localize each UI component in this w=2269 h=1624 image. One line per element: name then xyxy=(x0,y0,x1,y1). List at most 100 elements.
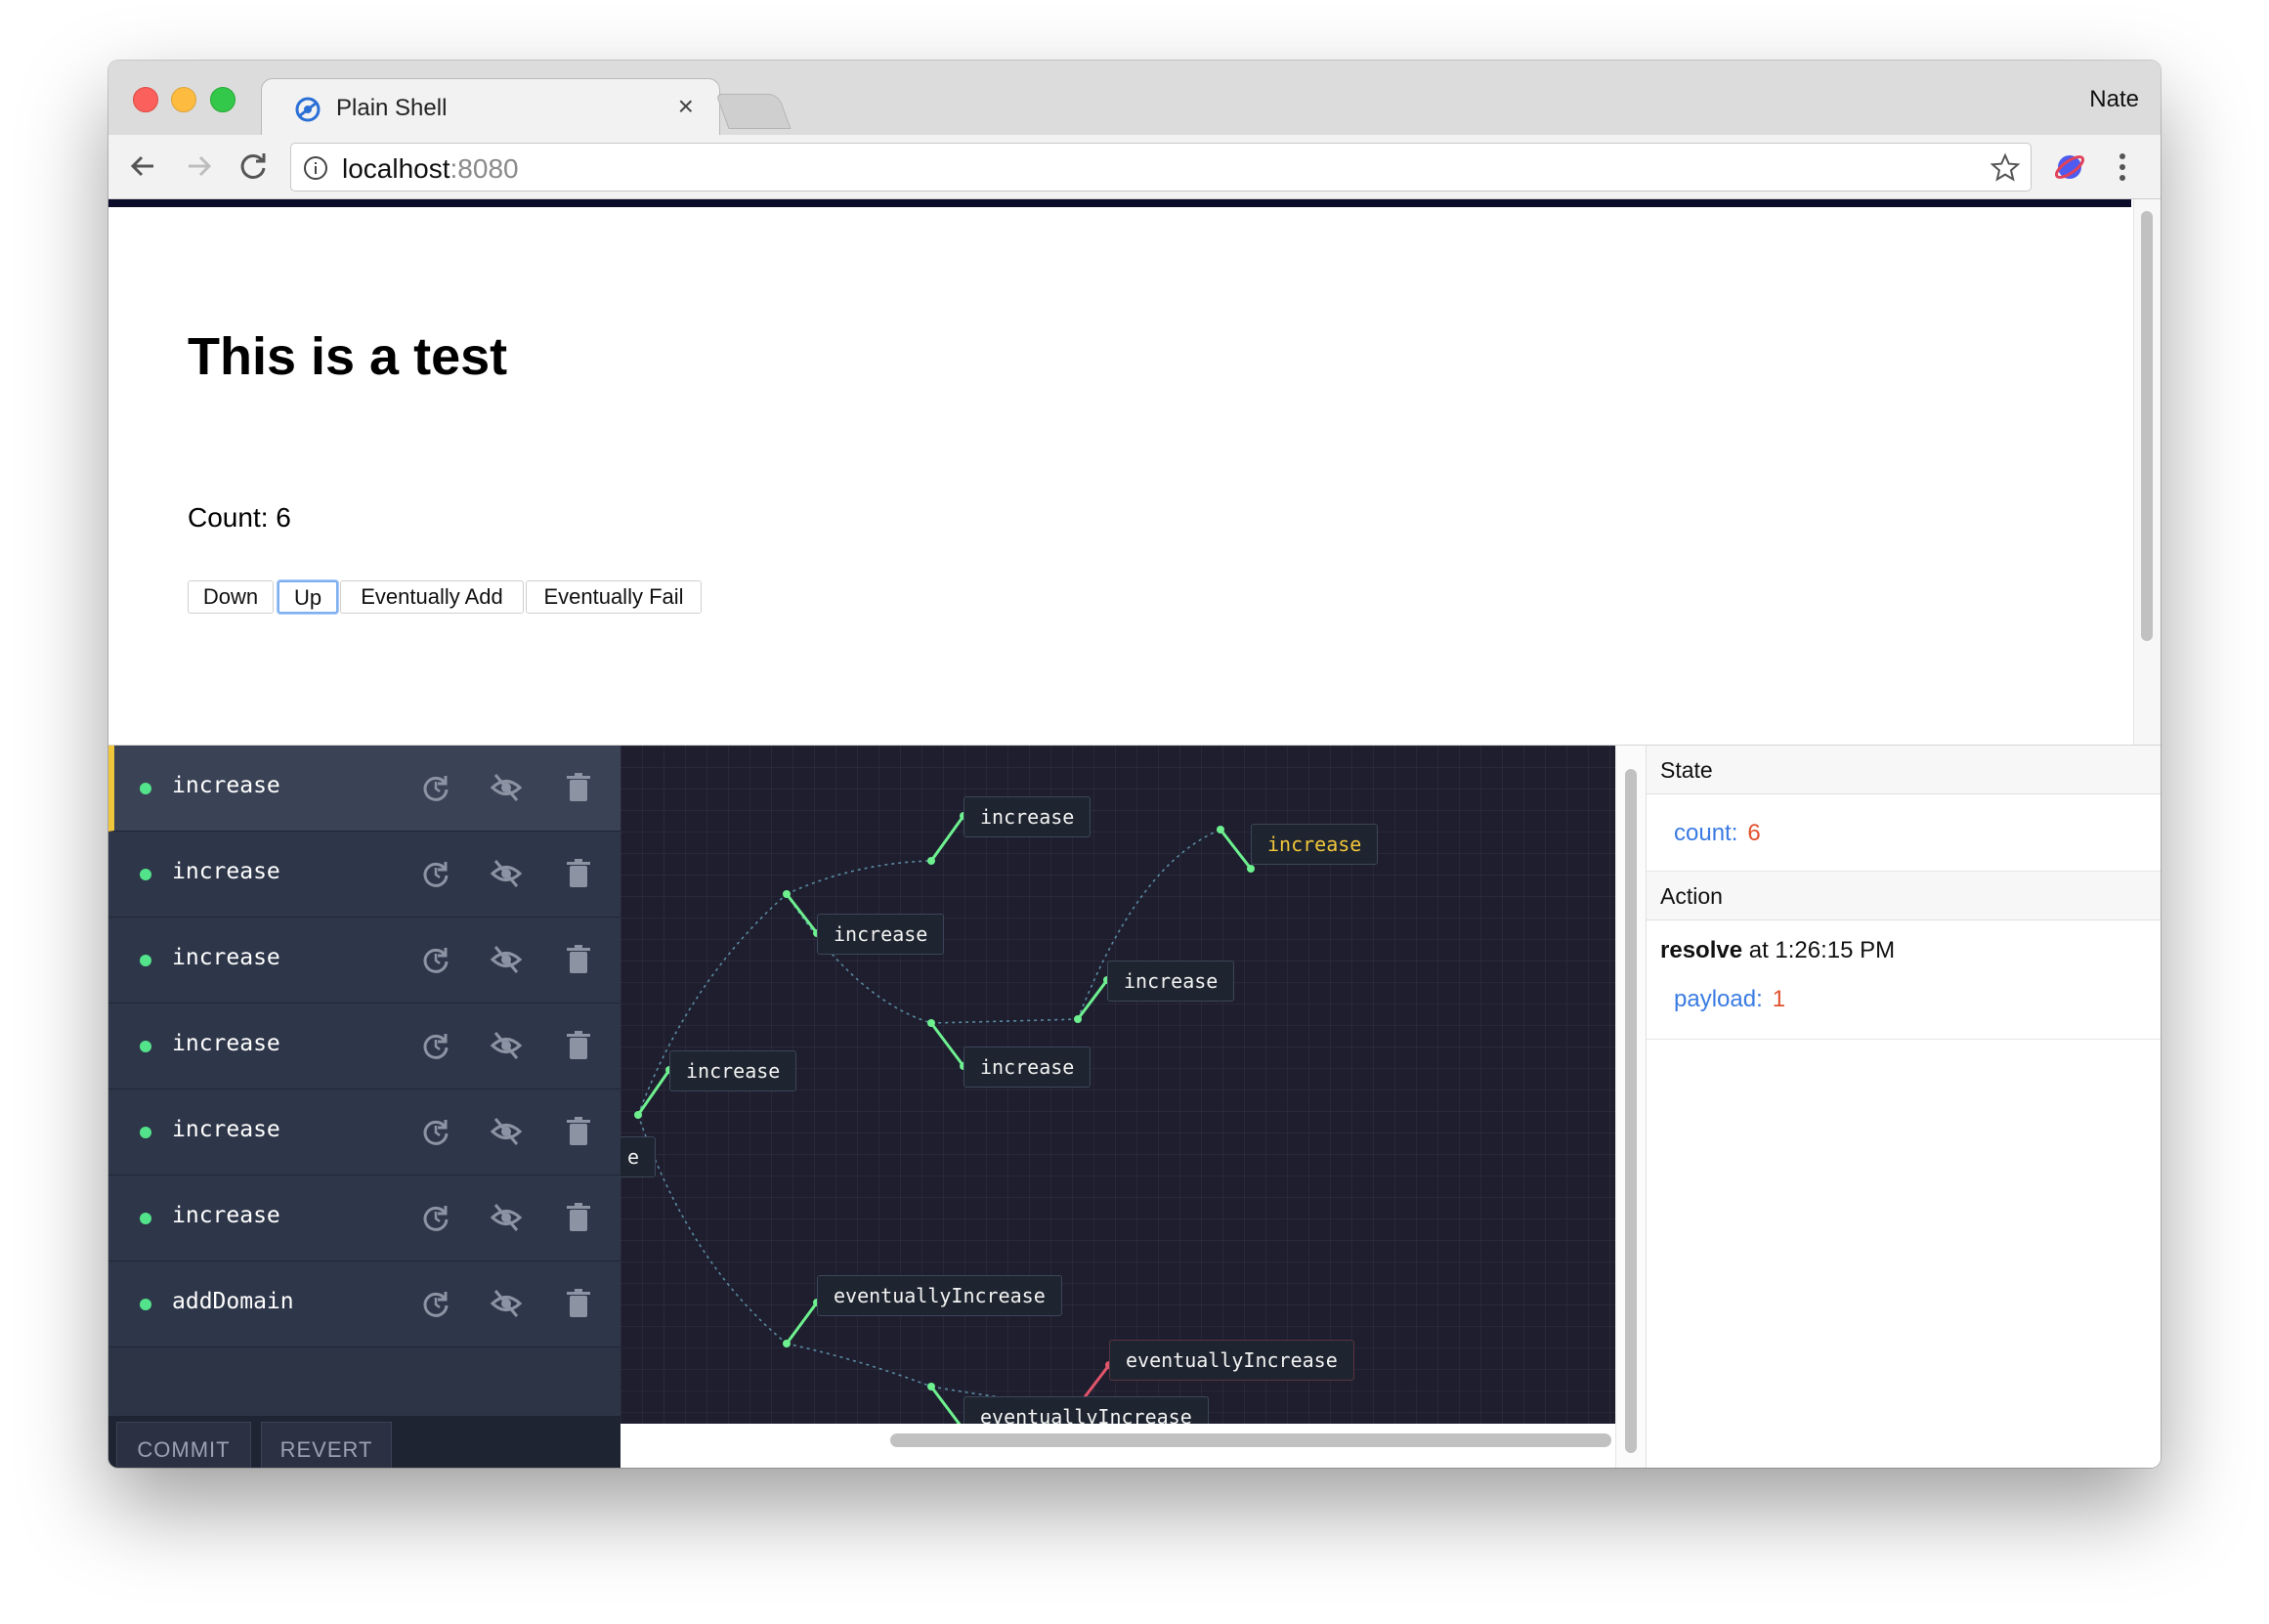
hide-icon[interactable] xyxy=(490,1287,523,1320)
back-arrow-icon[interactable] xyxy=(122,145,165,188)
browser-tab[interactable]: Plain Shell × xyxy=(261,78,720,139)
tab-title: Plain Shell xyxy=(336,95,448,121)
maximize-window-button[interactable] xyxy=(210,87,235,112)
payload-value: 1 xyxy=(1772,986,1786,1012)
page-scrollbar-thumb[interactable] xyxy=(2141,211,2153,641)
action-row[interactable]: increase xyxy=(108,746,621,832)
hide-icon[interactable] xyxy=(490,1115,523,1148)
graph-node[interactable]: increase xyxy=(669,1050,797,1091)
eventually-add-button[interactable]: Eventually Add xyxy=(340,580,524,614)
action-row[interactable]: increase xyxy=(108,1175,621,1261)
trash-icon[interactable] xyxy=(562,943,595,976)
status-dot xyxy=(140,1213,151,1224)
status-dot xyxy=(140,955,151,966)
devtools-panel: increase increase increase increase incr… xyxy=(108,745,2161,1468)
minimize-window-button[interactable] xyxy=(171,87,196,112)
replay-icon[interactable] xyxy=(419,857,452,890)
status-dot xyxy=(140,1127,151,1138)
url-text: localhost:8080 xyxy=(342,153,519,184)
extension-icon[interactable] xyxy=(2053,150,2086,184)
eventually-fail-button[interactable]: Eventually Fail xyxy=(526,580,702,614)
replay-icon[interactable] xyxy=(419,1287,452,1320)
action-status: resolve xyxy=(1660,937,1743,963)
up-button[interactable]: Up xyxy=(278,580,338,614)
graph-node[interactable]: increase xyxy=(963,796,1092,837)
hide-icon[interactable] xyxy=(490,1029,523,1062)
page-top-bar xyxy=(108,199,2131,207)
action-label: increase xyxy=(172,859,280,884)
graph-node[interactable]: eventuallyIncrease xyxy=(817,1275,1062,1316)
action-status-line: resolve at 1:26:15 PM xyxy=(1660,937,1895,964)
state-section-header: State xyxy=(1647,746,2161,794)
action-header-text: Action xyxy=(1660,883,1723,909)
close-window-button[interactable] xyxy=(133,87,158,112)
title-bar: Plain Shell × Nate xyxy=(108,61,2161,139)
action-label: increase xyxy=(172,1203,280,1228)
url-port: :8080 xyxy=(450,153,519,184)
replay-icon[interactable] xyxy=(419,1029,452,1062)
hide-icon[interactable] xyxy=(490,943,523,976)
state-entry: count: 6 xyxy=(1674,820,1761,847)
forward-arrow-icon[interactable] xyxy=(177,145,220,188)
trash-icon[interactable] xyxy=(562,1201,595,1234)
hide-icon[interactable] xyxy=(490,771,523,804)
bookmark-star-icon[interactable] xyxy=(1990,152,2021,184)
down-button[interactable]: Down xyxy=(188,580,274,614)
replay-icon[interactable] xyxy=(419,771,452,804)
sidebar-footer: COMMIT REVERT xyxy=(108,1416,621,1468)
action-label: increase xyxy=(172,773,280,798)
browser-window: Plain Shell × Nate localhost:8080 This i… xyxy=(108,61,2161,1468)
action-row[interactable]: increase xyxy=(108,918,621,1004)
tab-close-icon[interactable]: × xyxy=(678,91,694,122)
inspector-panel: State count: 6 Action resolve at 1:26:15 … xyxy=(1646,746,2161,1468)
status-dot xyxy=(140,1041,151,1052)
graph-vertical-scrollbar-thumb[interactable] xyxy=(1625,769,1637,1453)
replay-icon[interactable] xyxy=(419,1115,452,1148)
divider xyxy=(1647,1039,2161,1040)
action-history-sidebar: increase increase increase increase incr… xyxy=(108,746,621,1468)
action-row[interactable]: increase xyxy=(108,832,621,918)
action-row[interactable]: increase xyxy=(108,1090,621,1175)
action-section-header: Action xyxy=(1647,872,2161,920)
address-bar[interactable]: localhost:8080 xyxy=(290,143,2032,192)
info-icon[interactable] xyxy=(303,155,328,181)
action-row[interactable]: addDomain xyxy=(108,1261,621,1347)
payload-key: payload: xyxy=(1674,986,1763,1012)
graph-node[interactable]: increase xyxy=(963,1047,1092,1088)
replay-icon[interactable] xyxy=(419,943,452,976)
replay-icon[interactable] xyxy=(419,1201,452,1234)
graph-node[interactable]: increase xyxy=(817,914,945,955)
trash-icon[interactable] xyxy=(562,1287,595,1320)
state-header-text: State xyxy=(1660,757,1713,783)
action-timestamp: at 1:26:15 PM xyxy=(1742,937,1896,963)
action-label: increase xyxy=(172,1031,280,1056)
status-dot xyxy=(140,1299,151,1310)
trash-icon[interactable] xyxy=(562,857,595,890)
graph-node-current[interactable]: increase xyxy=(1251,824,1379,865)
graph-node[interactable]: e xyxy=(621,1136,657,1177)
count-text: Count: 6 xyxy=(188,502,291,533)
action-label: increase xyxy=(172,1117,280,1142)
graph-horizontal-scrollbar-thumb[interactable] xyxy=(890,1433,1611,1447)
new-tab-button[interactable] xyxy=(715,94,792,129)
reload-icon[interactable] xyxy=(232,145,275,188)
kebab-menu-icon[interactable] xyxy=(2118,150,2127,184)
profile-name[interactable]: Nate xyxy=(2089,86,2139,113)
trash-icon[interactable] xyxy=(562,1115,595,1148)
revert-button[interactable]: REVERT xyxy=(261,1422,392,1468)
hide-icon[interactable] xyxy=(490,1201,523,1234)
action-label: increase xyxy=(172,945,280,970)
microcosm-favicon-icon xyxy=(295,97,321,122)
page-title: This is a test xyxy=(188,327,508,386)
trash-icon[interactable] xyxy=(562,1029,595,1062)
graph-node-failed[interactable]: eventuallyIncrease xyxy=(1109,1340,1354,1381)
history-tree-graph[interactable]: e increase increase increase increase in… xyxy=(621,746,1615,1424)
status-dot xyxy=(140,783,151,794)
hide-icon[interactable] xyxy=(490,857,523,890)
trash-icon[interactable] xyxy=(562,771,595,804)
graph-node[interactable]: increase xyxy=(1107,961,1235,1002)
commit-button[interactable]: COMMIT xyxy=(116,1422,251,1468)
action-row[interactable]: increase xyxy=(108,1004,621,1090)
state-value: 6 xyxy=(1747,820,1761,846)
graph-node[interactable]: eventuallyIncrease xyxy=(963,1396,1209,1424)
